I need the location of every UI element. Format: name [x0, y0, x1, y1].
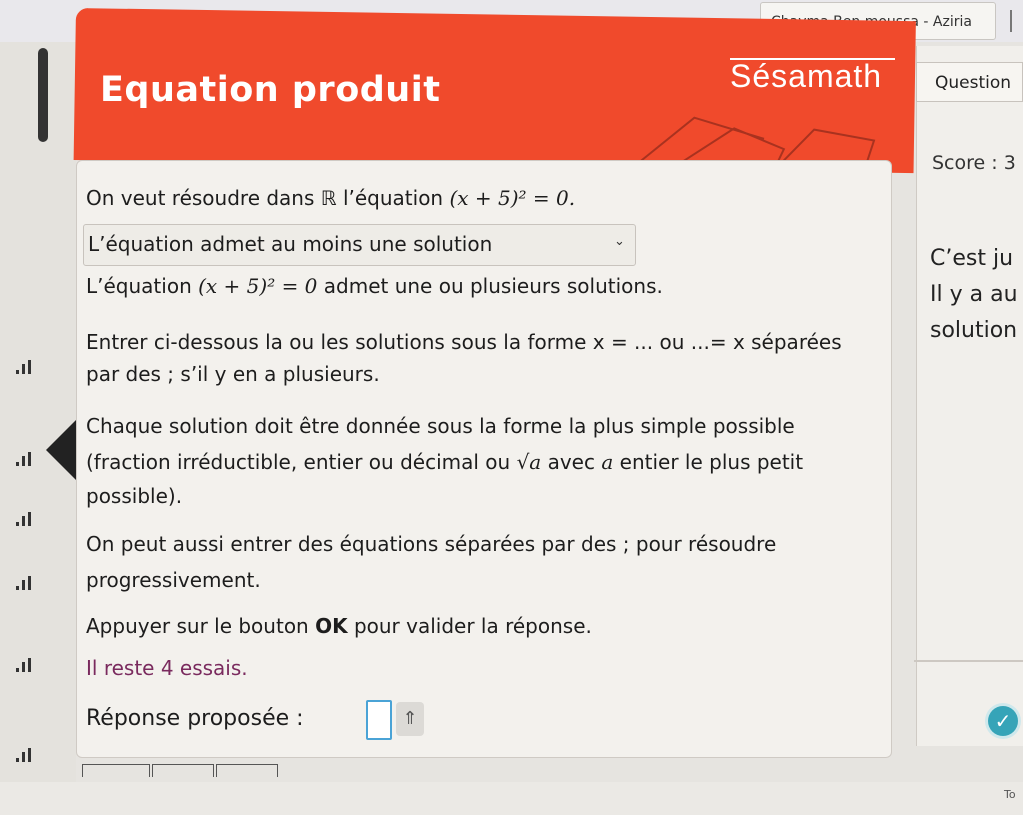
feedback-line-2: Il y a au [930, 282, 1018, 307]
answer-label: Réponse proposée : [86, 706, 304, 731]
signal-icon[interactable] [14, 448, 42, 468]
footer-tabs [82, 760, 282, 777]
instruction-2-line-2: (fraction irréductible, entier ou décima… [86, 450, 803, 474]
instruction-3-line-1: On peut aussi entrer des équations sépar… [86, 532, 777, 556]
intro-line: On veut résoudre dans ℝ l’équation (x + … [86, 186, 575, 210]
footer-tab[interactable] [216, 764, 278, 777]
instruction-2-text-a: (fraction irréductible, entier ou décima… [86, 450, 511, 474]
instruction-3-line-2: progressivement. [86, 568, 261, 592]
answer-select-value: L’équation admet au moins une solution [88, 232, 493, 256]
signal-icon[interactable] [14, 654, 42, 674]
instruction-4-prefix: Appuyer sur le bouton [86, 614, 309, 638]
collapse-arrow-icon[interactable] [46, 420, 76, 480]
feedback-line-3: solution [930, 318, 1018, 343]
intro-text: On veut résoudre dans ℝ l’équation [86, 186, 444, 210]
instruction-2-text-b: avec [547, 450, 595, 474]
instruction-1-line-2: par des ; s’il y en a plusieurs. [86, 362, 380, 386]
statement-line: L’équation (x + 5)² = 0 admet une ou plu… [86, 274, 663, 298]
signal-icon[interactable] [14, 572, 42, 592]
left-rail [0, 42, 76, 815]
instruction-1-line-1: Entrer ci-dessous la ou les solutions so… [86, 330, 842, 354]
statement-suffix: admet une ou plusieurs solutions. [323, 274, 663, 298]
signal-icon[interactable] [14, 744, 42, 764]
score-label: Score : 3 [932, 152, 1016, 174]
side-panel [916, 46, 1023, 746]
signal-icon[interactable] [14, 356, 42, 376]
remaining-tries: Il reste 4 essais. [86, 656, 248, 680]
validate-button[interactable]: ✓ [988, 706, 1018, 736]
chevron-down-icon[interactable]: ⌄ [614, 234, 625, 249]
check-icon: ✓ [994, 709, 1012, 733]
ok-keyword: OK [315, 614, 348, 638]
rail-scroll-handle[interactable] [38, 48, 48, 142]
statement-prefix: L’équation [86, 274, 192, 298]
variable-a: a [601, 450, 614, 474]
exercise-title: Equation produit [100, 70, 441, 110]
instruction-2-text-c: entier le plus petit [619, 450, 804, 474]
brand-logo: Sésamath [730, 58, 883, 94]
instruction-4: Appuyer sur le bouton OK pour valider la… [86, 614, 592, 638]
sqrt-a: √a [516, 450, 542, 474]
instruction-2-line-1: Chaque solution doit être donnée sous la… [86, 414, 795, 438]
intro-equation: (x + 5)² = 0. [449, 186, 576, 210]
footer-tab[interactable] [152, 764, 214, 777]
footer-corner-text: To [1004, 788, 1016, 801]
footer-tab[interactable] [82, 764, 150, 777]
side-divider [914, 660, 1023, 662]
signal-icon[interactable] [14, 508, 42, 528]
instruction-2-line-3: possible). [86, 484, 183, 508]
question-label: Question [916, 62, 1023, 102]
statement-equation: (x + 5)² = 0 [198, 274, 318, 298]
bottom-strip [0, 782, 1023, 815]
answer-input[interactable] [366, 700, 392, 740]
instruction-4-suffix: pour valider la réponse. [353, 614, 592, 638]
keyboard-toggle-icon[interactable]: ⇑ [396, 702, 424, 736]
feedback-line-1: C’est ju [930, 246, 1014, 271]
text-cursor [1010, 10, 1012, 32]
